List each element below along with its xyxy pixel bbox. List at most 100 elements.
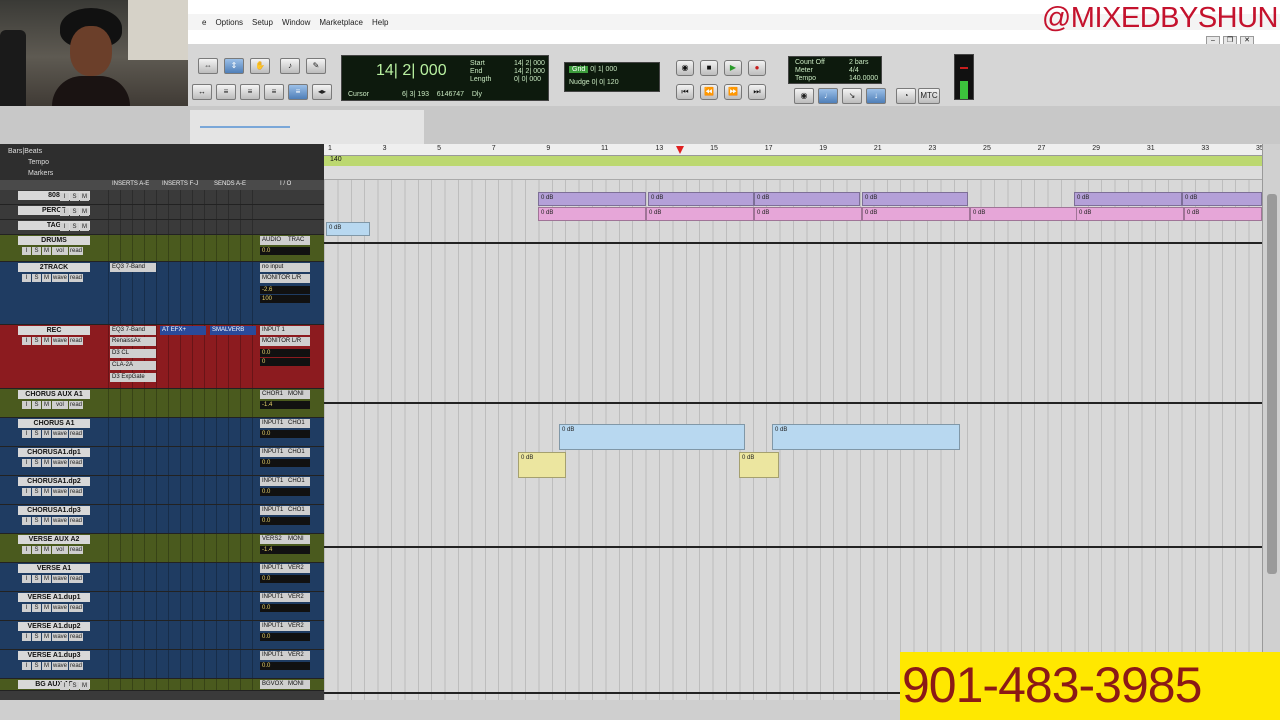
track-name[interactable]: VERSE A1.dup3: [18, 651, 90, 660]
audio-clip-percs[interactable]: 0 dB: [1184, 207, 1262, 221]
audio-clip-808[interactable]: 0 dB: [754, 192, 860, 206]
track-row[interactable]: DRUMS I S Mvol read AUDIO TRAC 0.0: [0, 235, 324, 262]
volume-readout[interactable]: 0.0: [260, 349, 310, 357]
track-row[interactable]: CHORUSA1.dp3 I S Mwave read INPUT1 CHO1 0.0: [0, 505, 324, 534]
rewind-icon[interactable]: ⏪: [700, 84, 718, 100]
solo-button[interactable]: S: [32, 430, 41, 438]
trim-tool-icon[interactable]: ⇕: [224, 58, 244, 74]
solo-button[interactable]: S: [32, 337, 41, 345]
view-selector[interactable]: wave: [52, 337, 68, 345]
input-monitor-button[interactable]: I: [22, 517, 31, 525]
automation-mode[interactable]: read: [69, 517, 83, 525]
audio-clip-808[interactable]: 0 dB: [1182, 192, 1262, 206]
track-row[interactable]: VERSE A1.dup3 I S Mwave read INPUT1 VER2 0.0: [0, 650, 324, 679]
mute-button[interactable]: M: [42, 401, 51, 409]
output-selector[interactable]: VER2: [286, 564, 310, 573]
audio-clip-chorus[interactable]: 0 dB: [559, 424, 745, 450]
input-monitor-button[interactable]: I: [22, 604, 31, 612]
input-monitor-button[interactable]: I: [60, 208, 69, 216]
markers-ruler-label[interactable]: Markers: [28, 168, 53, 179]
automation-mode[interactable]: read: [69, 337, 83, 345]
mute-button[interactable]: M: [80, 223, 89, 231]
record-icon[interactable]: ●: [748, 60, 766, 76]
volume-readout[interactable]: 0.0: [260, 662, 310, 670]
view-selector[interactable]: wave: [52, 633, 68, 641]
tempo-ruler-label[interactable]: Tempo: [28, 157, 49, 168]
automation-mode[interactable]: read: [69, 546, 83, 554]
solo-button[interactable]: S: [32, 633, 41, 641]
view-selector[interactable]: wave: [52, 274, 68, 282]
automation-mode[interactable]: read: [69, 575, 83, 583]
meter-label[interactable]: Meter: [795, 67, 813, 74]
audio-clip-percs[interactable]: 0 dB: [862, 207, 970, 221]
output-selector[interactable]: CHO1: [286, 477, 310, 486]
input-monitor-button[interactable]: I: [22, 662, 31, 670]
solo-button[interactable]: S: [32, 274, 41, 282]
solo-button[interactable]: S: [70, 193, 79, 201]
output-selector[interactable]: VER2: [286, 593, 310, 602]
nudge-label[interactable]: Nudge: [569, 79, 590, 86]
mute-button[interactable]: M: [42, 274, 51, 282]
zoomer-tool-icon[interactable]: ⇔: [198, 58, 218, 74]
automation-mode[interactable]: read: [69, 430, 83, 438]
grabber-tool-icon[interactable]: ✋: [250, 58, 270, 74]
volume-readout[interactable]: -1.4: [260, 546, 310, 554]
track-row[interactable]: 2TRACK I S Mwave read EQ3 7-Band no input MONIT…: [0, 262, 324, 325]
automation-mode[interactable]: read: [69, 662, 83, 670]
track-name[interactable]: 2TRACK: [18, 263, 90, 272]
audio-clip-chorus[interactable]: 0 dB: [772, 424, 960, 450]
solo-button[interactable]: S: [70, 682, 79, 690]
nav-arrows-icon[interactable]: ◂▸: [312, 84, 332, 100]
audio-clip-percs[interactable]: 0 dB: [646, 207, 754, 221]
view-selector[interactable]: wave: [52, 662, 68, 670]
grid-mode-icon[interactable]: ≡: [264, 84, 284, 100]
markers-ruler[interactable]: [324, 166, 1280, 180]
output-selector[interactable]: TRAC: [286, 236, 310, 245]
input-monitor-button[interactable]: I: [22, 488, 31, 496]
output-selector[interactable]: VER2: [286, 622, 310, 631]
track-row[interactable]: VERSE A1.dup2 I S Mwave read INPUT1 VER2 0.0: [0, 621, 324, 650]
bars-ruler[interactable]: 1 3 5 7 9 11 13 15 17 19 21 23 25 27 29 31 33 35: [324, 144, 1280, 156]
insert-slot[interactable]: D3 ExpGate: [110, 373, 156, 382]
tempo-label[interactable]: Tempo: [795, 75, 816, 82]
solo-button[interactable]: S: [32, 401, 41, 409]
track-name[interactable]: VERSE A1: [18, 564, 90, 573]
view-selector[interactable]: wave: [52, 575, 68, 583]
view-selector[interactable]: vol: [52, 401, 68, 409]
volume-readout[interactable]: 0.0: [260, 633, 310, 641]
view-selector[interactable]: wave: [52, 430, 68, 438]
insert-slot[interactable]: EQ3 7-Band: [110, 326, 156, 335]
menu-help[interactable]: Help: [372, 18, 388, 27]
input-monitor-button[interactable]: I: [22, 337, 31, 345]
output-selector[interactable]: MONI: [286, 535, 310, 544]
pan-readout[interactable]: 0: [260, 358, 310, 366]
mute-button[interactable]: M: [42, 517, 51, 525]
automation-mode[interactable]: read: [69, 247, 83, 255]
automation-mode[interactable]: read: [69, 633, 83, 641]
grid-button[interactable]: Grid: [569, 66, 589, 73]
view-selector[interactable]: vol: [52, 546, 68, 554]
solo-button[interactable]: S: [32, 247, 41, 255]
send-slot[interactable]: SMALVERB: [210, 326, 256, 335]
automation-mode[interactable]: read: [69, 459, 83, 467]
mute-button[interactable]: M: [42, 337, 51, 345]
mute-button[interactable]: M: [80, 193, 89, 201]
edit-window-timeline[interactable]: 0 dB 0 dB 0 dB 0 dB 0 dB 0 dB 0 dB 0 dB 0 dB 0 dB…: [324, 180, 1262, 700]
mute-button[interactable]: M: [42, 430, 51, 438]
insert-slot[interactable]: EQ3 7-Band: [110, 263, 156, 272]
stop-icon[interactable]: ■: [700, 60, 718, 76]
fast-forward-icon[interactable]: ⏩: [724, 84, 742, 100]
solo-button[interactable]: S: [32, 488, 41, 496]
track-name[interactable]: VERSE A1.dup2: [18, 622, 90, 631]
track-row[interactable]: CHORUS AUX A1 I S Mvol read CHOR1 MONI -1.4: [0, 389, 324, 418]
menu-marketplace[interactable]: Marketplace: [319, 18, 363, 27]
tab-to-transient-icon[interactable]: ≡: [288, 84, 308, 100]
track-row[interactable]: CHORUS A1 I S Mwave read INPUT1 CHO1 0.0: [0, 418, 324, 447]
track-row[interactable]: BG AUX A5 I S M BGVOX MONI: [0, 679, 324, 691]
online-icon[interactable]: ◉: [676, 60, 694, 76]
bars-beats-label[interactable]: Bars|Beats: [8, 146, 42, 157]
mute-button[interactable]: M: [42, 546, 51, 554]
view-selector[interactable]: wave: [52, 604, 68, 612]
mute-button[interactable]: M: [42, 662, 51, 670]
mute-button[interactable]: M: [42, 604, 51, 612]
